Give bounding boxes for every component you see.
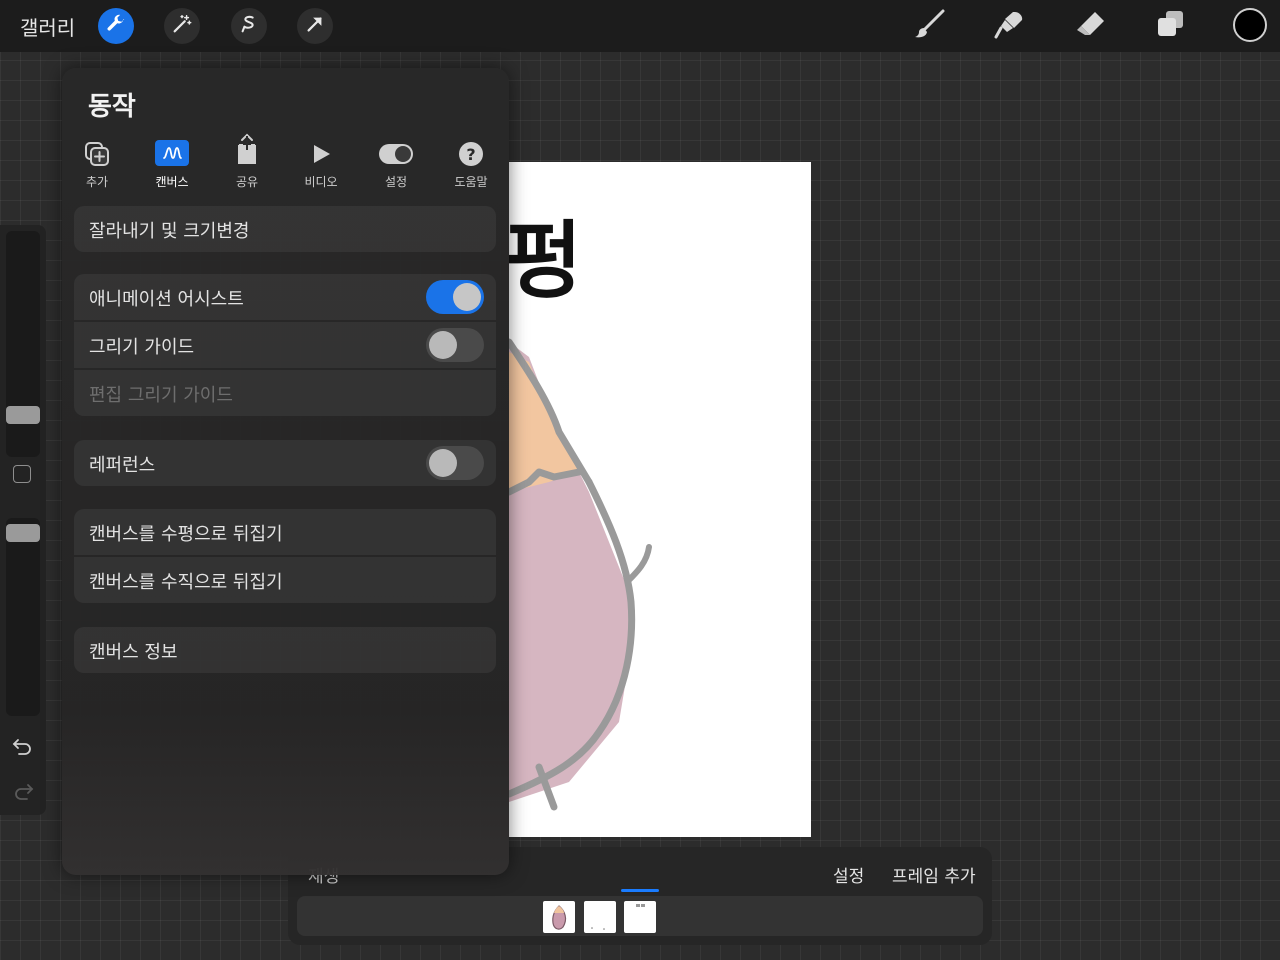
gallery-button[interactable]: 갤러리 <box>20 12 75 41</box>
undo-button[interactable] <box>10 737 36 759</box>
transform-arrow-icon <box>304 13 326 39</box>
drawing-guide-item: 그리기 가이드 <box>74 322 496 368</box>
crop-resize-item[interactable]: 잘라내기 및 크기변경 <box>74 206 496 252</box>
tab-video[interactable]: 비디오 <box>291 138 351 194</box>
timeline-settings-button[interactable]: 설정 <box>833 862 864 887</box>
redo-icon <box>12 782 34 804</box>
smudge-tool[interactable] <box>990 8 1030 44</box>
brush-tool[interactable] <box>910 8 950 44</box>
actions-panel: 동작 추가 캔버스 공유 비디오 설정 ? 도움말 잘라내기 및 크기변경 애니… <box>62 68 509 875</box>
left-sidebar <box>0 225 46 815</box>
redo-button[interactable] <box>10 782 36 804</box>
reference-toggle[interactable] <box>426 446 484 480</box>
tab-share[interactable]: 공유 <box>217 133 277 194</box>
toggle-icon <box>378 140 414 168</box>
animation-assist-item: 애니메이션 어시스트 <box>74 274 496 320</box>
reference-item: 레퍼런스 <box>74 440 496 486</box>
drawing-guide-toggle[interactable] <box>426 328 484 362</box>
modify-button[interactable] <box>13 465 31 483</box>
top-toolbar: 갤러리 <box>0 0 1280 52</box>
frame-thumbnail[interactable] <box>584 901 616 933</box>
edit-drawing-guide-item[interactable]: 편집 그리기 가이드 <box>74 370 496 416</box>
canvas-artwork: 펑 <box>509 162 652 837</box>
frame-thumbnail-selected[interactable] <box>624 901 656 933</box>
layers-icon <box>1153 9 1187 43</box>
selection-button[interactable] <box>231 8 267 44</box>
tab-help[interactable]: ? 도움말 <box>441 138 501 194</box>
tab-preferences[interactable]: 설정 <box>366 138 426 194</box>
share-icon <box>233 132 261 168</box>
panel-title: 동작 <box>88 92 136 122</box>
flip-horizontal-item[interactable]: 캔버스를 수평으로 뒤집기 <box>74 509 496 555</box>
help-icon: ? <box>457 140 485 168</box>
add-icon <box>83 140 111 168</box>
color-picker-button[interactable] <box>1233 8 1267 42</box>
actions-button[interactable] <box>98 8 134 44</box>
svg-text:?: ? <box>466 145 475 164</box>
eraser-tool[interactable] <box>1070 8 1110 44</box>
transform-button[interactable] <box>297 8 333 44</box>
play-icon <box>307 140 335 168</box>
canvas-icon <box>155 140 189 166</box>
flip-vertical-item[interactable]: 캔버스를 수직으로 뒤집기 <box>74 557 496 603</box>
add-frame-button[interactable]: 프레임 추가 <box>892 862 976 887</box>
opacity-slider[interactable] <box>6 518 40 716</box>
current-frame-indicator <box>621 889 659 892</box>
magic-wand-icon <box>171 13 193 39</box>
layers-tool[interactable] <box>1150 8 1190 44</box>
brush-size-thumb[interactable] <box>6 406 40 424</box>
frame-thumbnail[interactable] <box>543 901 575 933</box>
tab-add[interactable]: 추가 <box>67 138 127 194</box>
selection-icon <box>238 13 260 39</box>
undo-icon <box>12 737 34 759</box>
opacity-thumb[interactable] <box>6 524 40 542</box>
canvas-info-item[interactable]: 캔버스 정보 <box>74 627 496 673</box>
smudge-icon <box>993 9 1027 43</box>
drawing-canvas[interactable]: 펑 <box>509 162 811 837</box>
frame-strip <box>297 896 983 936</box>
wrench-icon <box>105 13 127 39</box>
adjustments-button[interactable] <box>164 8 200 44</box>
canvas-text: 펑 <box>509 212 582 310</box>
animation-assist-toggle[interactable] <box>426 280 484 314</box>
tab-canvas[interactable]: 캔버스 <box>142 138 202 194</box>
eraser-icon <box>1073 9 1107 43</box>
brush-icon <box>913 9 947 43</box>
